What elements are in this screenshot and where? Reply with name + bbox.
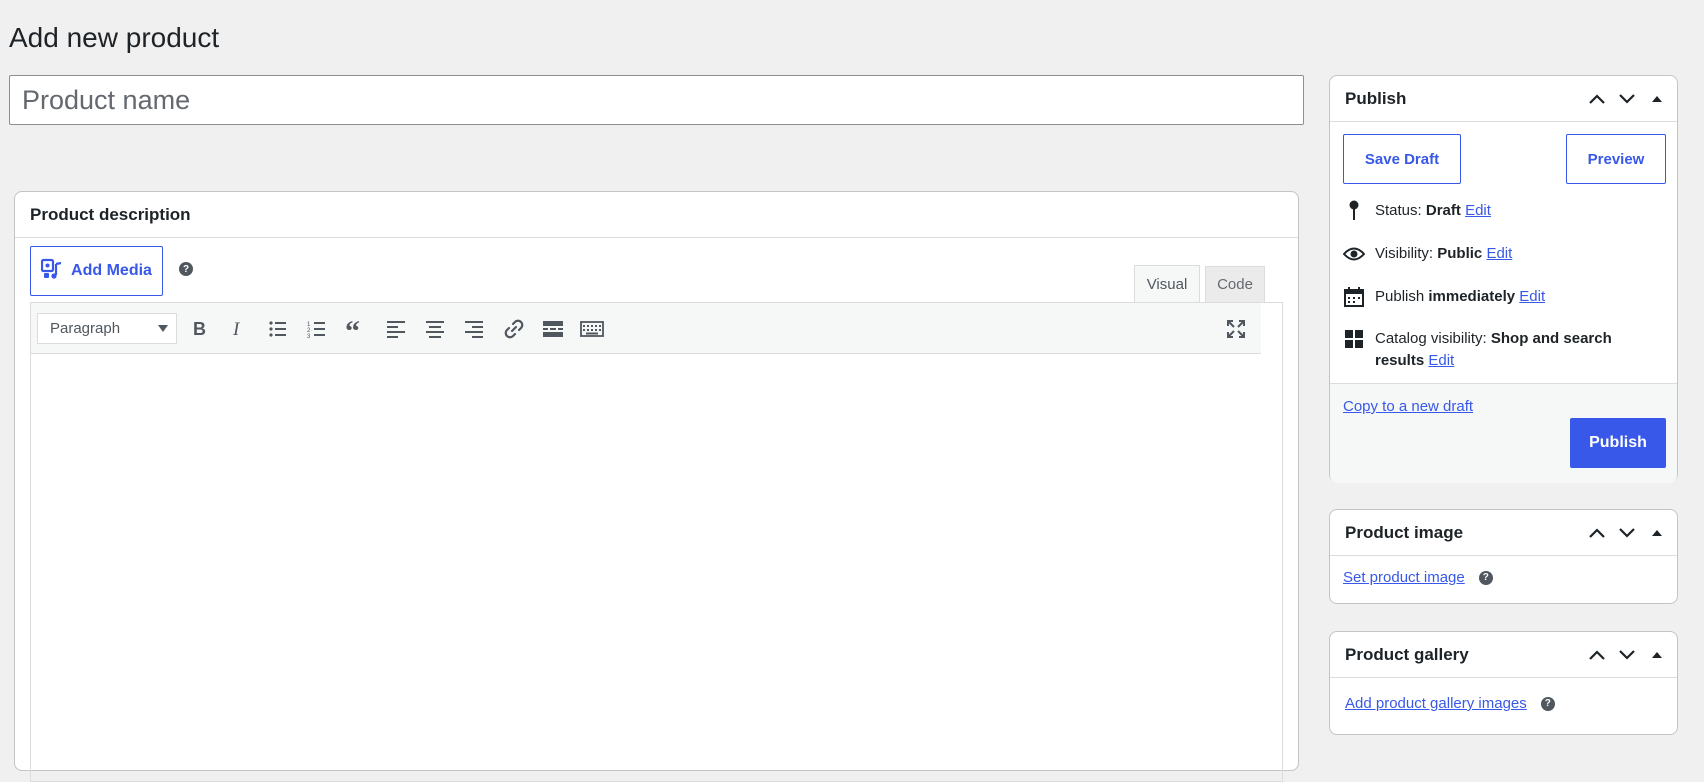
editor-toolbar: Paragraph B I 123 “: [31, 303, 1261, 354]
schedule-value: immediately: [1428, 288, 1516, 305]
chevron-down-icon: [158, 325, 168, 332]
fullscreen-icon[interactable]: [1222, 315, 1250, 343]
product-name-input[interactable]: [9, 75, 1304, 125]
editor-frame: Paragraph B I 123 “: [30, 302, 1283, 782]
copy-to-draft-link[interactable]: Copy to a new draft: [1343, 398, 1473, 415]
svg-text:3: 3: [307, 334, 311, 339]
bullet-list-icon[interactable]: [264, 315, 292, 343]
status-label: Status:: [1375, 202, 1422, 219]
chevron-up-icon[interactable]: [1585, 87, 1609, 111]
status-row: Status: Draft Edit: [1343, 200, 1491, 222]
italic-icon[interactable]: I: [224, 315, 252, 343]
catalog-visibility-row: Catalog visibility: Shop and search resu…: [1343, 328, 1663, 372]
add-media-label: Add Media: [71, 262, 152, 279]
add-gallery-images-link[interactable]: Add product gallery images: [1345, 695, 1527, 712]
catalog-edit-link[interactable]: Edit: [1428, 352, 1454, 369]
svg-text:I: I: [232, 319, 241, 339]
eye-icon: [1343, 243, 1365, 265]
product-image-box: Product image Set product image ?: [1329, 509, 1678, 604]
calendar-icon: [1343, 286, 1365, 308]
help-icon[interactable]: ?: [1540, 696, 1555, 711]
chevron-up-icon[interactable]: [1585, 521, 1609, 545]
save-draft-button[interactable]: Save Draft: [1343, 134, 1461, 184]
pin-icon: [1343, 200, 1365, 222]
numbered-list-icon[interactable]: 123: [303, 315, 331, 343]
align-center-icon[interactable]: [421, 315, 449, 343]
read-more-icon[interactable]: [539, 315, 567, 343]
add-media-button[interactable]: Add Media: [30, 246, 163, 296]
visibility-value: Public: [1437, 245, 1483, 262]
bold-icon[interactable]: B: [185, 315, 213, 343]
preview-button[interactable]: Preview: [1566, 134, 1666, 184]
link-icon[interactable]: [500, 315, 528, 343]
status-edit-link[interactable]: Edit: [1465, 202, 1491, 219]
product-gallery-heading: Product gallery: [1345, 644, 1469, 664]
svg-text:“: “: [345, 319, 360, 339]
chevron-down-icon[interactable]: [1615, 643, 1639, 667]
toolbar-toggle-icon[interactable]: [578, 315, 606, 343]
visibility-label: Visibility:: [1375, 245, 1434, 262]
chevron-down-icon[interactable]: [1615, 87, 1639, 111]
catalog-label: Catalog visibility:: [1375, 330, 1487, 347]
tab-visual[interactable]: Visual: [1134, 265, 1200, 303]
tab-code[interactable]: Code: [1205, 266, 1265, 302]
product-image-heading: Product image: [1345, 522, 1464, 542]
collapse-toggle-icon[interactable]: [1645, 87, 1669, 111]
chevron-down-icon[interactable]: [1615, 521, 1639, 545]
format-select-value: Paragraph: [50, 320, 121, 337]
blockquote-icon[interactable]: “: [342, 315, 370, 343]
set-product-image-link[interactable]: Set product image: [1343, 569, 1465, 586]
svg-text:B: B: [193, 319, 206, 339]
collapse-toggle-icon[interactable]: [1645, 521, 1669, 545]
help-icon[interactable]: ?: [1478, 570, 1493, 585]
schedule-edit-link[interactable]: Edit: [1519, 288, 1545, 305]
schedule-label: Publish: [1375, 288, 1425, 305]
add-media-icon: [40, 258, 63, 285]
visibility-edit-link[interactable]: Edit: [1486, 245, 1512, 262]
publish-button[interactable]: Publish: [1570, 418, 1666, 468]
publish-box: Publish Save Draft Preview Status: Draft…: [1329, 75, 1678, 483]
product-description-heading: Product description: [15, 192, 1298, 238]
grid-icon: [1343, 328, 1365, 350]
format-select[interactable]: Paragraph: [37, 313, 177, 344]
status-value: Draft: [1425, 202, 1461, 219]
schedule-row: Publish immediately Edit: [1343, 286, 1545, 308]
chevron-up-icon[interactable]: [1585, 643, 1609, 667]
collapse-toggle-icon[interactable]: [1645, 643, 1669, 667]
align-right-icon[interactable]: [460, 315, 488, 343]
publish-heading: Publish: [1345, 88, 1407, 108]
publish-footer: Copy to a new draft Publish: [1330, 383, 1677, 483]
visibility-row: Visibility: Public Edit: [1343, 243, 1512, 265]
product-gallery-box: Product gallery Add product gallery imag…: [1329, 631, 1678, 735]
align-left-icon[interactable]: [382, 315, 410, 343]
product-description-box: Product description Add Media ? Visual C…: [14, 191, 1299, 782]
help-icon[interactable]: ?: [179, 262, 193, 276]
page-title: Add new product: [9, 22, 220, 53]
